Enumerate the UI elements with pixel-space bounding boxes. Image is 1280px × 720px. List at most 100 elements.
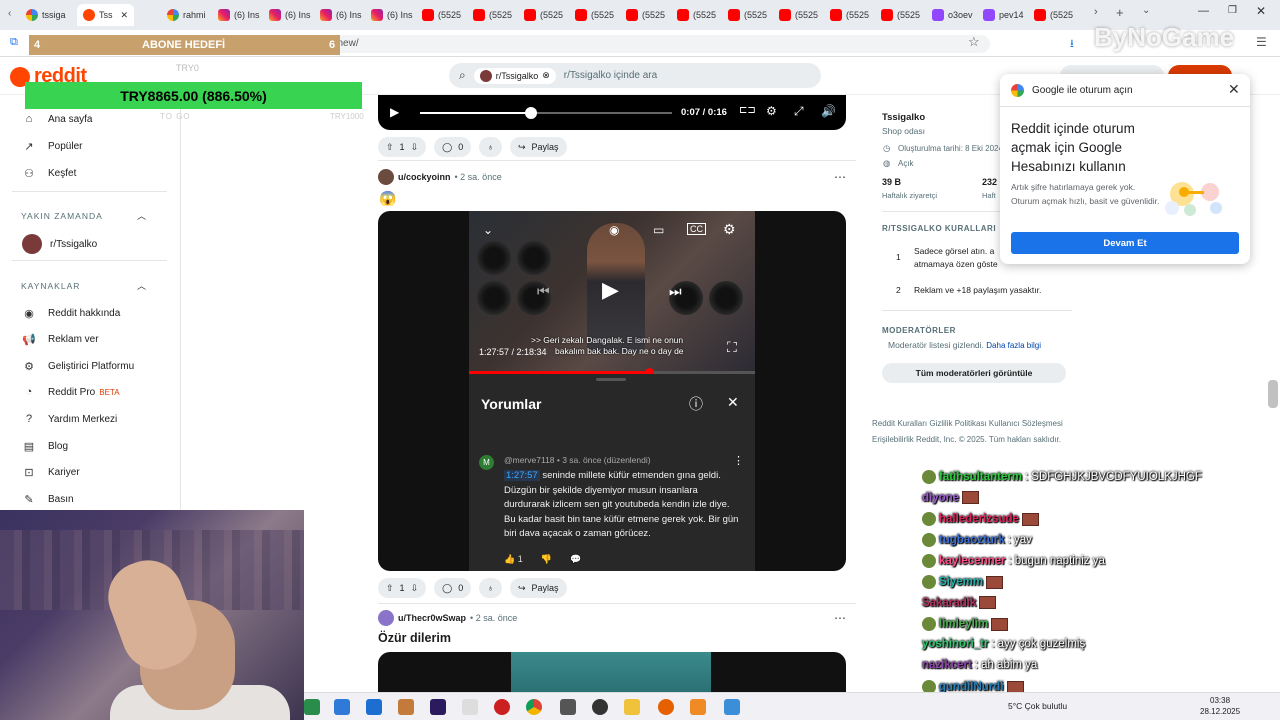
chip-remove-icon[interactable]: ⊗	[542, 70, 550, 81]
browser-tab[interactable]: (5525	[1034, 4, 1073, 26]
minimize-icon[interactable]: —	[1198, 5, 1209, 17]
info-icon[interactable]: ⓘ	[689, 394, 703, 414]
app-icon[interactable]	[398, 699, 414, 715]
tab-list-icon[interactable]: ‹	[8, 8, 11, 19]
browser-tab[interactable]: (5525	[677, 4, 716, 26]
browser-tab[interactable]: (5525	[830, 4, 869, 26]
view-all-moderators-button[interactable]: Tüm moderatörleri görüntüle	[882, 363, 1066, 383]
browser-tab[interactable]: (5525	[779, 4, 818, 26]
fullscreen-icon[interactable]: ⤢	[794, 104, 804, 119]
captions-icon[interactable]: ⊏⊐	[739, 105, 756, 116]
volume-icon[interactable]: 🔊	[821, 104, 836, 118]
outlook-icon[interactable]	[366, 699, 382, 715]
tab-search-icon[interactable]: ⌄	[1142, 5, 1150, 16]
settings-gear-icon[interactable]: ⚙	[766, 104, 777, 118]
autoplay-toggle-icon[interactable]: ◉	[609, 223, 619, 237]
opera-icon[interactable]	[494, 699, 510, 715]
search-bar[interactable]: ⌕ r/Tssigalko ⊗ r/Tssigalko içinde ara	[449, 63, 821, 88]
search-community-chip[interactable]: r/Tssigalko ⊗	[473, 67, 556, 84]
bookmark-star-icon[interactable]: ☆	[968, 34, 980, 50]
side-panel-icon[interactable]: ⧉	[10, 36, 18, 49]
browser-tab[interactable]: (6) Ins	[269, 4, 311, 26]
file-explorer-icon[interactable]	[624, 699, 640, 715]
footer-line[interactable]: Reddit Kuralları Gizlilik Politikası Kul…	[872, 416, 1082, 432]
downvote-icon[interactable]: ⇩	[411, 142, 419, 153]
download-icon[interactable]: ⭳	[1070, 35, 1074, 54]
sidebar-item-help[interactable]: ? Yardım Merkezi	[22, 412, 117, 426]
downvote-icon[interactable]: ⇩	[411, 583, 419, 594]
app-icon[interactable]	[560, 699, 576, 715]
video-progress-track[interactable]	[420, 107, 672, 119]
post-author[interactable]: u/Thecr0wSwap	[398, 613, 466, 623]
comments-button[interactable]: ◯ 0	[434, 578, 472, 598]
drag-handle[interactable]	[596, 378, 626, 381]
award-button[interactable]: ♁	[479, 578, 502, 598]
browser-tab[interactable]: (5525	[626, 4, 665, 26]
video-progress-knob[interactable]	[524, 107, 537, 119]
browser-tab[interactable]: (6) Ins	[320, 4, 362, 26]
share-button[interactable]: ↪ Paylaş	[509, 137, 567, 157]
browser-tab[interactable]: (5525	[422, 4, 461, 26]
browser-tab[interactable]: (5525	[881, 4, 920, 26]
weather-widget[interactable]: 5°C Çok bulutlu	[1008, 701, 1067, 711]
restore-icon[interactable]: ❐	[1228, 5, 1237, 16]
vlc-icon[interactable]	[690, 699, 706, 715]
share-button[interactable]: ↪ Paylaş	[509, 578, 567, 598]
sidebar-item-home[interactable]: ⌂ Ana sayfa	[22, 112, 93, 126]
reply-icon[interactable]: 💬	[570, 554, 581, 565]
more-info-link[interactable]: Daha fazla bilgi	[986, 341, 1041, 350]
play-icon[interactable]: ▶	[602, 277, 619, 303]
sidebar-item-press[interactable]: ✎ Basın	[22, 492, 73, 506]
sidebar-item-explore[interactable]: ⚇ Keşfet	[22, 166, 76, 180]
sidebar-item-reddit-pro[interactable]: ◔ Reddit Pro BETA	[22, 385, 120, 399]
browser-tab[interactable]: o3oev	[932, 4, 973, 26]
dislike-icon[interactable]: 👎	[541, 554, 552, 565]
app-icon[interactable]	[724, 699, 740, 715]
app-icon[interactable]	[462, 699, 478, 715]
browser-menu-icon[interactable]: ☰	[1256, 35, 1267, 49]
comment-timestamp-link[interactable]: 1:27:57	[504, 470, 540, 481]
browser-tab[interactable]: (5525	[575, 4, 614, 26]
post-title[interactable]: Özür dilerim	[378, 631, 451, 645]
sidebar-item-about[interactable]: ◉ Reddit hakkında	[22, 306, 120, 320]
close-icon[interactable]: ✕	[727, 394, 739, 411]
browser-tab[interactable]: rahmi	[167, 4, 206, 26]
close-window-icon[interactable]: ✕	[1256, 4, 1266, 18]
captions-icon[interactable]: CC	[687, 223, 706, 235]
browser-tab[interactable]: (6) Ins	[371, 4, 413, 26]
browser-tab[interactable]: (5525	[524, 4, 563, 26]
obs-icon[interactable]	[592, 699, 608, 715]
sidebar-item-popular[interactable]: ↗ Popüler	[22, 139, 82, 153]
play-icon[interactable]: ▶	[390, 105, 399, 119]
commenter-avatar[interactable]: M	[479, 455, 494, 470]
chrome-icon[interactable]	[526, 699, 542, 715]
upvote-icon[interactable]: ⇧	[386, 583, 394, 594]
browser-tab[interactable]: tssiga	[26, 4, 66, 26]
fullscreen-icon[interactable]: ⛶	[727, 339, 737, 356]
premiere-icon[interactable]	[430, 699, 446, 715]
url-field[interactable]: reddit.com/r/Tssigalko/new/	[230, 35, 990, 53]
video-player-2[interactable]: ⌄ ◉ ▭ CC ⚙ ⏮ ▶ ⏭ >> Geri zekalı Dangalak…	[378, 211, 846, 571]
more-options-icon[interactable]: ⋯	[834, 611, 846, 625]
firefox-icon[interactable]	[658, 699, 674, 715]
chevron-up-icon[interactable]: ︿	[137, 209, 146, 222]
more-options-icon[interactable]: ⋯	[834, 170, 846, 184]
sidebar-item-developer[interactable]: ⚙ Geliştirici Platformu	[22, 359, 134, 373]
taskbar-clock[interactable]: 03:38 28.12.2025	[1200, 695, 1240, 717]
new-tab-icon[interactable]: +	[1116, 5, 1124, 20]
comments-button[interactable]: ◯ 0	[434, 137, 472, 157]
cast-icon[interactable]: ▭	[653, 223, 664, 237]
user-avatar[interactable]	[378, 169, 394, 185]
sidebar-item-careers[interactable]: ⊡ Kariyer	[22, 465, 79, 479]
next-icon[interactable]: ⏭	[669, 283, 682, 300]
search-input[interactable]: r/Tssigalko içinde ara	[564, 70, 657, 81]
upvote-icon[interactable]: ⇧	[386, 142, 394, 153]
comment-author[interactable]: @merve7118 • 3 sa. önce (düzenlendi)	[504, 455, 651, 465]
start-icon[interactable]	[334, 699, 350, 715]
footer-line[interactable]: Erişilebilirlik Reddit, Inc. © 2025. Tüm…	[872, 432, 1082, 448]
award-button[interactable]: ♁	[479, 137, 502, 157]
post-author[interactable]: u/cockyoinn	[398, 172, 451, 182]
video-player-1[interactable]: ▶ 0:07 / 0:16 ⊏⊐ ⚙ ⤢ 🔊	[378, 95, 846, 130]
browser-tab[interactable]: (5525	[728, 4, 767, 26]
user-avatar[interactable]	[378, 610, 394, 626]
